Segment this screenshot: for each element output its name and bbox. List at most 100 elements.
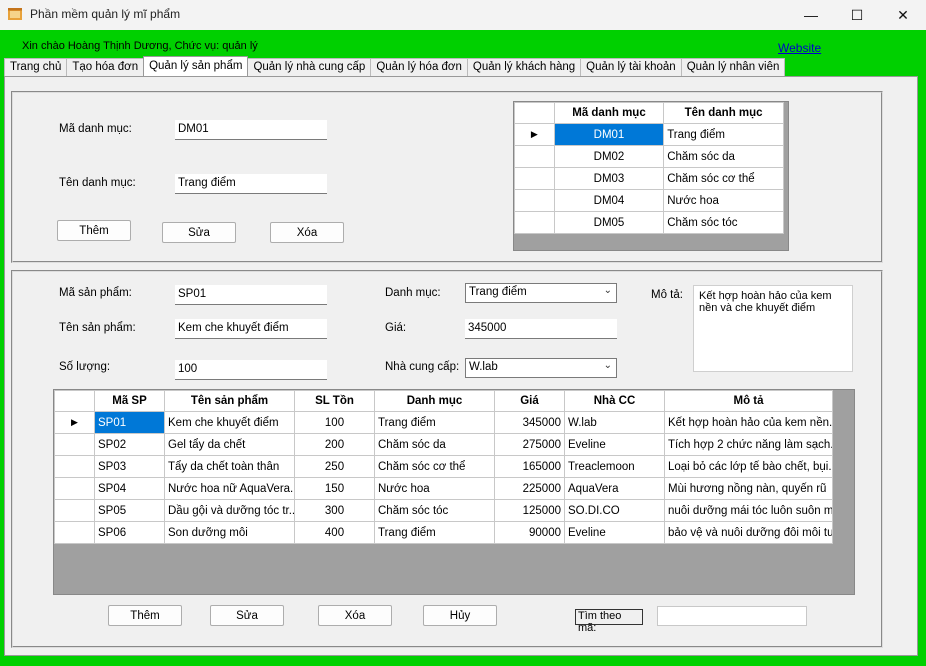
table-cell[interactable]: Chăm sóc da — [663, 145, 784, 168]
table-cell[interactable]: Chăm sóc cơ thể — [663, 167, 784, 190]
table-cell[interactable]: Treaclemoon — [564, 455, 665, 478]
price-input[interactable]: 345000 — [465, 319, 617, 339]
product-cancel-button[interactable]: Hủy — [423, 605, 497, 626]
description-textarea[interactable]: Kết hợp hoàn hảo của kem nền và che khuy… — [693, 285, 853, 372]
table-cell[interactable]: SP05 — [94, 499, 165, 522]
table-cell[interactable]: 400 — [294, 521, 375, 544]
tab-account-management[interactable]: Quản lý tài khoản — [580, 58, 682, 76]
minimize-button[interactable]: — — [788, 0, 834, 30]
category-select[interactable]: Trang điểm ⌄ — [465, 283, 617, 303]
table-row[interactable]: SP03 Tẩy da chết toàn thân 250 Chăm sóc … — [54, 455, 833, 478]
table-cell[interactable]: Gel tẩy da chết — [164, 433, 295, 456]
table-cell[interactable]: DM02 — [553, 145, 665, 168]
column-header[interactable]: Nhà CC — [564, 390, 665, 412]
table-row[interactable]: ▶ SP01 Kem che khuyết điểm 100 Trang điể… — [54, 411, 833, 434]
table-cell[interactable]: SP02 — [94, 433, 165, 456]
table-cell[interactable]: 275000 — [494, 433, 565, 456]
table-cell[interactable]: bảo vệ và nuôi dưỡng đôi môi tư... — [664, 521, 833, 544]
table-cell[interactable]: nuôi dưỡng mái tóc luôn suôn m... — [664, 499, 833, 522]
table-row[interactable]: DM05 Chăm sóc tóc — [514, 211, 784, 234]
tab-home[interactable]: Trang chủ — [4, 58, 68, 76]
product-delete-button[interactable]: Xóa — [318, 605, 392, 626]
table-cell[interactable]: Nước hoa — [374, 477, 495, 500]
table-cell[interactable]: Eveline — [564, 521, 665, 544]
table-row[interactable]: SP06 Son dưỡng môi 400 Trang điểm 90000 … — [54, 521, 833, 544]
column-header[interactable]: Tên sản phẩm — [164, 390, 295, 412]
table-cell[interactable]: 125000 — [494, 499, 565, 522]
table-row[interactable]: SP02 Gel tẩy da chết 200 Chăm sóc da 275… — [54, 433, 833, 456]
quantity-input[interactable]: 100 — [175, 360, 327, 380]
maximize-button[interactable]: ☐ — [834, 0, 880, 30]
website-link[interactable]: Website — [778, 41, 821, 55]
table-cell[interactable]: 165000 — [494, 455, 565, 478]
table-cell[interactable]: Trang điểm — [374, 411, 495, 434]
table-cell[interactable]: Kết hợp hoàn hảo của kem nền... — [664, 411, 833, 434]
column-header[interactable]: Giá — [494, 390, 565, 412]
table-cell[interactable]: 100 — [294, 411, 375, 434]
column-header[interactable]: Tên danh mục — [663, 102, 784, 124]
table-cell[interactable]: Trang điểm — [374, 521, 495, 544]
table-cell[interactable]: Kem che khuyết điểm — [164, 411, 295, 434]
table-cell[interactable]: Tích hợp 2 chức năng làm sạch... — [664, 433, 833, 456]
table-cell[interactable]: 300 — [294, 499, 375, 522]
product-grid[interactable]: Mã SP Tên sản phẩm SL Tồn Danh mục Giá N… — [53, 389, 855, 595]
table-cell[interactable]: W.lab — [564, 411, 665, 434]
table-cell[interactable]: SP04 — [94, 477, 165, 500]
product-name-input[interactable]: Kem che khuyết điểm — [175, 319, 327, 339]
table-cell[interactable]: Nước hoa — [663, 189, 784, 212]
table-cell[interactable]: Eveline — [564, 433, 665, 456]
table-cell[interactable]: 250 — [294, 455, 375, 478]
table-cell[interactable]: DM01 — [553, 123, 665, 146]
table-cell[interactable]: 345000 — [494, 411, 565, 434]
table-cell[interactable]: AquaVera — [564, 477, 665, 500]
table-cell[interactable]: DM05 — [553, 211, 665, 234]
close-button[interactable]: ✕ — [880, 0, 926, 30]
table-cell[interactable]: Nước hoa nữ AquaVera... — [164, 477, 295, 500]
table-cell[interactable]: Chăm sóc da — [374, 433, 495, 456]
tab-customer-management[interactable]: Quản lý khách hàng — [466, 58, 582, 76]
table-cell[interactable]: Dầu gội và dưỡng tóc tr... — [164, 499, 295, 522]
category-code-input[interactable]: DM01 — [175, 120, 327, 140]
table-cell[interactable]: SP03 — [94, 455, 165, 478]
table-cell[interactable]: Chăm sóc cơ thể — [374, 455, 495, 478]
table-cell[interactable]: DM03 — [553, 167, 665, 190]
category-grid[interactable]: Mã danh mục Tên danh mục ▶ DM01 Trang đi… — [513, 101, 789, 251]
table-row[interactable]: ▶ DM01 Trang điểm — [514, 123, 784, 146]
table-cell[interactable]: 90000 — [494, 521, 565, 544]
table-cell[interactable]: Chăm sóc tóc — [374, 499, 495, 522]
column-header[interactable]: SL Tồn — [294, 390, 375, 412]
column-header[interactable]: Mô tả — [664, 390, 833, 412]
table-cell[interactable]: Mùi hương nồng nàn, quyến rũ — [664, 477, 833, 500]
product-code-input[interactable]: SP01 — [175, 285, 327, 305]
table-cell[interactable]: Tẩy da chết toàn thân — [164, 455, 295, 478]
table-cell[interactable]: 225000 — [494, 477, 565, 500]
table-cell[interactable]: Trang điểm — [663, 123, 784, 146]
tab-supplier-management[interactable]: Quản lý nhà cung cấp — [247, 58, 372, 76]
table-cell[interactable]: 150 — [294, 477, 375, 500]
table-cell[interactable]: SP06 — [94, 521, 165, 544]
category-edit-button[interactable]: Sửa — [162, 222, 236, 243]
supplier-select[interactable]: W.lab ⌄ — [465, 358, 617, 378]
tab-invoice-management[interactable]: Quản lý hóa đơn — [370, 58, 468, 76]
table-cell[interactable]: 200 — [294, 433, 375, 456]
column-header[interactable]: Mã SP — [94, 390, 165, 412]
category-delete-button[interactable]: Xóa — [270, 222, 344, 243]
table-cell[interactable]: Loại bỏ các lớp tế bào chết, bụi... — [664, 455, 833, 478]
product-add-button[interactable]: Thêm — [108, 605, 182, 626]
tab-product-management[interactable]: Quản lý sản phẩm — [143, 56, 249, 76]
category-add-button[interactable]: Thêm — [57, 220, 131, 241]
table-row[interactable]: SP04 Nước hoa nữ AquaVera... 150 Nước ho… — [54, 477, 833, 500]
table-cell[interactable]: SP01 — [94, 411, 165, 434]
product-edit-button[interactable]: Sửa — [210, 605, 284, 626]
category-name-input[interactable]: Trang điểm — [175, 174, 327, 194]
column-header[interactable]: Danh mục — [374, 390, 495, 412]
table-row[interactable]: SP05 Dầu gội và dưỡng tóc tr... 300 Chăm… — [54, 499, 833, 522]
tab-employee-management[interactable]: Quản lý nhân viên — [680, 58, 786, 76]
table-cell[interactable]: DM04 — [553, 189, 665, 212]
table-row[interactable]: DM03 Chăm sóc cơ thể — [514, 167, 784, 190]
table-cell[interactable]: SO.DI.CO — [564, 499, 665, 522]
table-cell[interactable]: Chăm sóc tóc — [663, 211, 784, 234]
table-cell[interactable]: Son dưỡng môi — [164, 521, 295, 544]
column-header[interactable]: Mã danh mục — [553, 102, 665, 124]
table-row[interactable]: DM02 Chăm sóc da — [514, 145, 784, 168]
